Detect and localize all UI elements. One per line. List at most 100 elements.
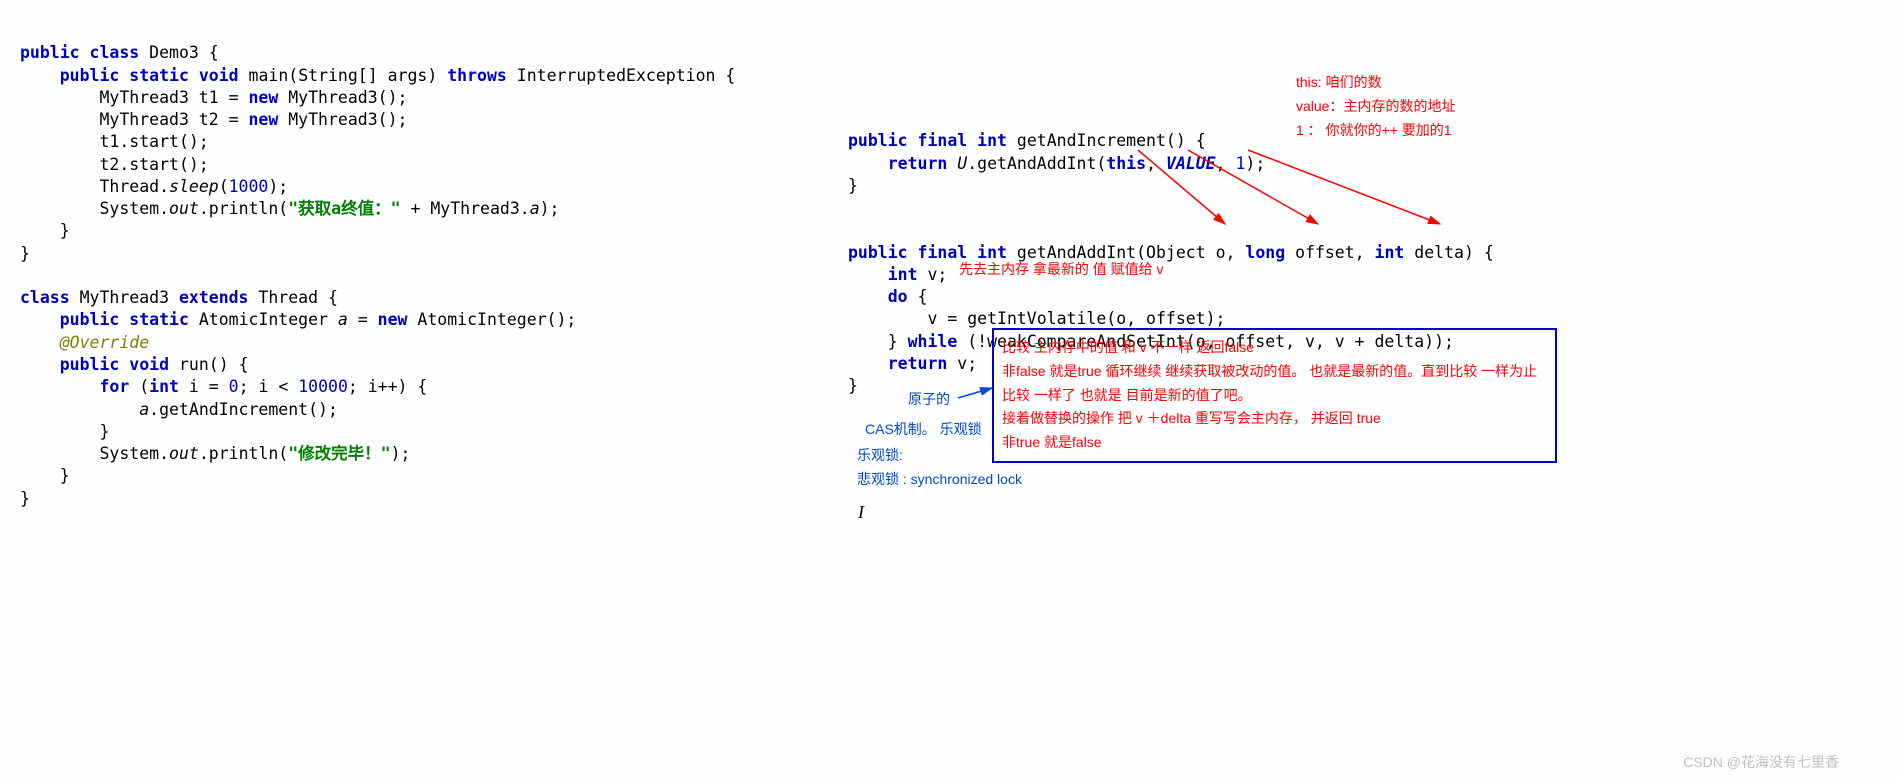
code-text: System.: [20, 444, 169, 463]
keyword: throws: [447, 66, 507, 85]
keyword: public: [60, 66, 120, 85]
code-text: }: [20, 466, 70, 485]
code-text: v;: [947, 354, 977, 373]
code-text: getAndAddInt(Object o,: [1007, 243, 1245, 262]
number: 0: [229, 377, 239, 396]
keyword: void: [199, 66, 239, 85]
number: 10000: [298, 377, 348, 396]
keyword: class: [20, 288, 70, 307]
code-text: .println(: [199, 444, 288, 463]
code-text: }: [20, 422, 109, 441]
keyword: return: [888, 154, 948, 173]
code-text: .println(: [199, 199, 288, 218]
code-text: (: [219, 177, 229, 196]
code-text: t1.start();: [20, 132, 209, 151]
keyword: public: [60, 310, 120, 329]
code-text: {: [908, 287, 928, 306]
keyword: final: [918, 131, 968, 150]
keyword: public: [20, 43, 80, 62]
code-text: .getAndIncrement();: [149, 400, 338, 419]
left-code-block: public class Demo3 { public static void …: [20, 20, 735, 510]
code-text: );: [268, 177, 288, 196]
keyword: long: [1245, 243, 1285, 262]
code-text: MyThread3 t1 =: [20, 88, 248, 107]
number: 1: [1235, 154, 1245, 173]
code-text: v;: [918, 265, 948, 284]
keyword: while: [908, 332, 958, 351]
box-line: 接着做替换的操作 把 v ＋delta 重写写会主内存， 并返回 true: [1002, 407, 1547, 431]
code-text: + MyThread3.: [401, 199, 530, 218]
code-text: MyThread3 t2 =: [20, 110, 248, 129]
box-line: 比较 主内存中的值 和 v 不一样 返回false: [1002, 336, 1547, 360]
code-text: }: [848, 332, 908, 351]
code-text: .getAndAddInt(: [967, 154, 1106, 173]
note-atomic: 原子的: [908, 390, 950, 409]
code-text: }: [20, 221, 70, 240]
code-text: }: [20, 244, 30, 263]
keyword: static: [129, 66, 189, 85]
keyword: int: [977, 131, 1007, 150]
keyword: new: [248, 88, 278, 107]
code-text: AtomicInteger();: [407, 310, 576, 329]
code-text: ; i <: [239, 377, 299, 396]
code-text: MyThread3();: [278, 110, 407, 129]
keyword: public: [848, 131, 908, 150]
note-cas: CAS机制。 乐观锁: [865, 420, 982, 439]
explanation-box: 比较 主内存中的值 和 v 不一样 返回false 非false 就是true …: [992, 328, 1557, 463]
code-text: );: [540, 199, 560, 218]
code-text: InterruptedException {: [507, 66, 735, 85]
code-text: MyThread3: [70, 288, 179, 307]
code-text: v = getIntVolatile(o, offset);: [848, 309, 1226, 328]
code-text: }: [20, 489, 30, 508]
keyword: new: [248, 110, 278, 129]
code-text: (: [129, 377, 149, 396]
constant: VALUE: [1166, 154, 1216, 173]
field: out: [169, 444, 199, 463]
field: a: [530, 199, 540, 218]
code-text: MyThread3();: [278, 88, 407, 107]
keyword: new: [378, 310, 408, 329]
keyword: int: [1375, 243, 1405, 262]
keyword: extends: [179, 288, 249, 307]
code-text: Thread {: [249, 288, 338, 307]
code-text: );: [391, 444, 411, 463]
keyword: class: [90, 43, 140, 62]
keyword: int: [149, 377, 179, 396]
code-text: AtomicInteger: [189, 310, 338, 329]
code-text: Demo3 {: [139, 43, 218, 62]
box-line: 非false 就是true 循环继续 继续获取被改动的值。 也就是最新的值。直到…: [1002, 360, 1547, 384]
field: a: [338, 310, 348, 329]
keyword: int: [977, 243, 1007, 262]
code-text: ,: [1146, 154, 1166, 173]
code-text: delta) {: [1404, 243, 1493, 262]
keyword: return: [888, 354, 948, 373]
code-text: }: [848, 376, 858, 395]
field: out: [169, 199, 199, 218]
code-text: main(String[] args): [239, 66, 448, 85]
keyword: public: [848, 243, 908, 262]
code-text: offset,: [1285, 243, 1374, 262]
code-text: ,: [1216, 154, 1236, 173]
box-line: 比较 一样了 也就是 目前是新的值了吧。: [1002, 384, 1547, 408]
code-text: getAndIncrement() {: [1007, 131, 1206, 150]
note-optimistic: 乐观锁:: [857, 446, 903, 465]
watermark-text: CSDN @花海没有七里香: [1683, 753, 1839, 772]
keyword: static: [129, 310, 189, 329]
keyword: public: [60, 355, 120, 374]
code-text: =: [348, 310, 378, 329]
keyword: for: [99, 377, 129, 396]
method: sleep: [169, 177, 219, 196]
code-text: run() {: [169, 355, 248, 374]
number: 1000: [229, 177, 269, 196]
annotation-do: 先去主内存 拿最新的 值 赋值给 v: [959, 260, 1164, 279]
keyword: int: [888, 265, 918, 284]
code-text: );: [1245, 154, 1265, 173]
annotation: @Override: [60, 333, 149, 352]
keyword: void: [129, 355, 169, 374]
code-text: ; i++) {: [348, 377, 427, 396]
string: "修改完毕！": [288, 444, 390, 463]
code-text: Thread.: [20, 177, 169, 196]
string: "获取a终值：": [288, 199, 400, 218]
code-text: t2.start();: [20, 155, 209, 174]
keyword: do: [888, 287, 908, 306]
